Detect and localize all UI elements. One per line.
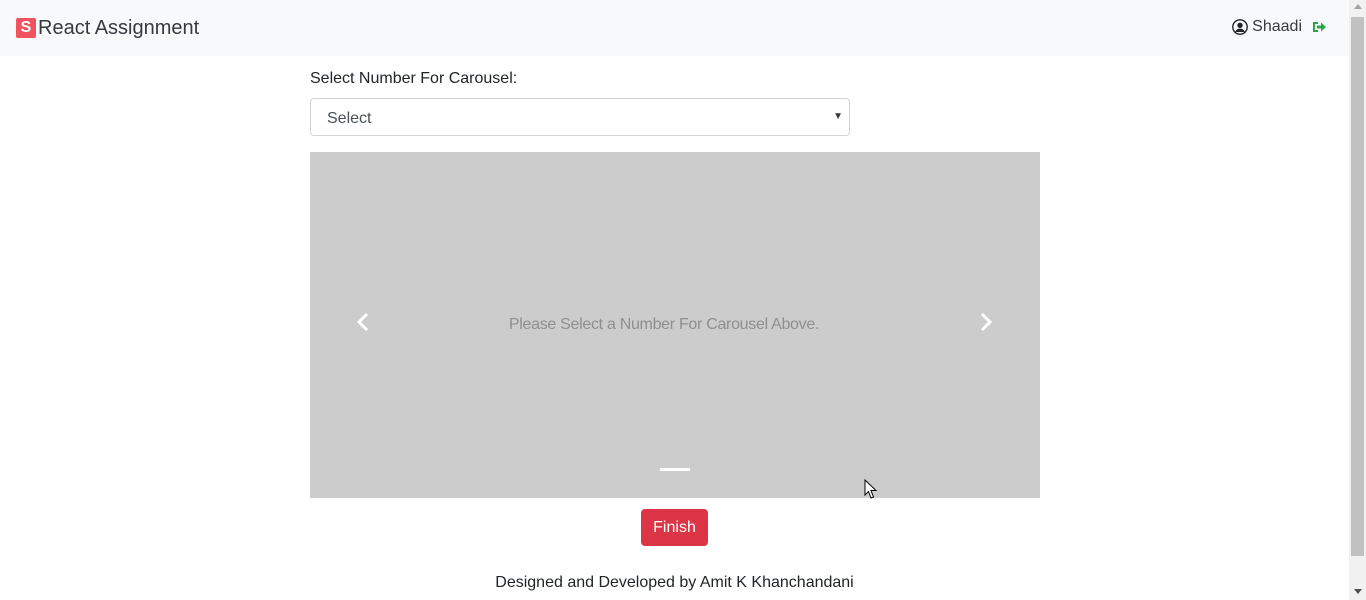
select-value: Select bbox=[327, 110, 372, 127]
sign-out-icon[interactable] bbox=[1312, 20, 1327, 34]
chevron-right-icon[interactable] bbox=[973, 310, 997, 334]
finish-button[interactable]: Finish bbox=[641, 509, 708, 546]
scroll-thumb[interactable] bbox=[1351, 17, 1364, 556]
carousel-empty-message: Please Select a Number For Carousel Abov… bbox=[508, 316, 820, 333]
footer-credit: Designed and Developed by Amit K Khancha… bbox=[495, 574, 854, 591]
brand-title: React Assignment bbox=[38, 16, 200, 39]
caret-down-icon: ▼ bbox=[833, 111, 843, 122]
scroll-up-icon[interactable] bbox=[1353, 4, 1362, 9]
scroll-down-icon[interactable] bbox=[1353, 589, 1362, 594]
carousel-indicator[interactable] bbox=[660, 468, 690, 471]
navbar: S React Assignment Shaadi bbox=[0, 0, 1349, 56]
carousel-number-select[interactable]: Select ▼ bbox=[310, 98, 850, 136]
user-area: Shaadi bbox=[1232, 18, 1327, 36]
user-name: Shaadi bbox=[1252, 18, 1302, 35]
user-circle-icon bbox=[1232, 19, 1249, 35]
page: S React Assignment Shaadi Select Number … bbox=[0, 0, 1366, 600]
mouse-pointer-icon bbox=[864, 479, 878, 499]
vertical-scrollbar[interactable] bbox=[1349, 0, 1366, 600]
carousel: Please Select a Number For Carousel Abov… bbox=[310, 152, 1040, 498]
carousel-number-label: Select Number For Carousel: bbox=[310, 70, 518, 87]
chevron-left-icon[interactable] bbox=[352, 310, 376, 334]
brand[interactable]: S React Assignment bbox=[16, 17, 199, 39]
brand-logo-icon: S bbox=[16, 18, 36, 38]
